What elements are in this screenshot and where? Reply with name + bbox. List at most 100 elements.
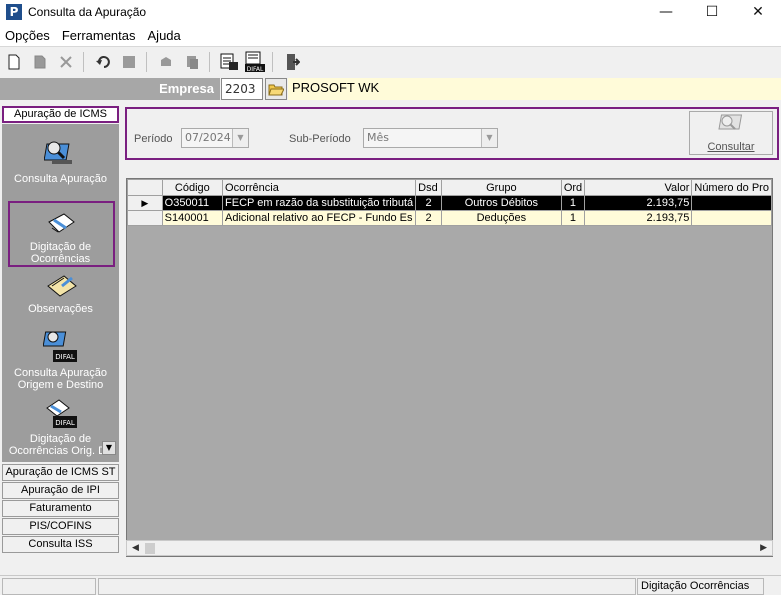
column-header-valor[interactable]: Valor: [584, 179, 693, 196]
ocorrencias-grid[interactable]: Código Ocorrência Dsd Grupo Ord Valor Nú…: [126, 178, 773, 557]
cell-grupo[interactable]: Outros Débitos: [440, 195, 562, 211]
nav-item-consulta-origem-destino[interactable]: DIFAL Consulta Apuração Origem e Destino: [2, 330, 119, 391]
toolbar: DIFAL: [0, 46, 781, 76]
computer-difal-icon: DIFAL: [42, 331, 77, 362]
row-indicator: [127, 210, 163, 226]
edit-icon[interactable]: [28, 50, 52, 74]
difal-badge-text: DIFAL: [55, 419, 75, 427]
cell-ord[interactable]: 1: [560, 195, 586, 211]
column-header-ord[interactable]: Ord: [560, 179, 586, 196]
cell-numero[interactable]: [691, 210, 772, 226]
menu-ferramentas[interactable]: Ferramentas: [56, 28, 142, 43]
status-bar: Digitação Ocorrências: [0, 575, 781, 595]
new-doc-icon[interactable]: [2, 50, 26, 74]
cell-dsd[interactable]: 2: [415, 210, 442, 226]
group-apuracao-ipi[interactable]: Apuração de IPI: [2, 482, 119, 499]
notepad-difal-icon: DIFAL: [45, 399, 77, 428]
cell-ocorrencia[interactable]: Adicional relativo ao FECP - Fundo Es: [222, 210, 417, 226]
chevron-down-icon: ▼: [481, 129, 497, 147]
toolbar-separator: [83, 51, 84, 72]
filter-panel: Período 07/2024 ▼ Sub-Período Mês ▼ Cons…: [125, 107, 779, 160]
open-folder-button[interactable]: [265, 78, 287, 100]
column-header-numero[interactable]: Número do Pro: [691, 179, 772, 196]
nav-item-label: Consulta Apuração Origem e Destino: [14, 367, 107, 391]
scroll-left-icon[interactable]: ◀: [132, 543, 139, 553]
periodo-label: Período: [134, 133, 173, 145]
highlight-digitacao-box: [8, 201, 115, 267]
cell-codigo[interactable]: O350011: [161, 195, 224, 211]
menu-bar: Opções Ferramentas Ajuda: [0, 24, 781, 46]
company-code-field[interactable]: 2203: [221, 78, 263, 100]
status-mode-text: Digitação Ocorrências: [637, 578, 764, 595]
undo-icon[interactable]: [91, 50, 115, 74]
nav-item-label: Consulta Apuração: [14, 173, 107, 185]
copy-icon[interactable]: [180, 50, 204, 74]
app-logo-icon: P: [6, 4, 22, 20]
current-row-marker-icon: ▶: [127, 195, 163, 211]
periodo-value: 07/2024: [185, 131, 231, 144]
status-cell-1: [2, 578, 96, 595]
cell-codigo[interactable]: S140001: [161, 210, 224, 226]
menu-ajuda[interactable]: Ajuda: [142, 28, 187, 43]
close-button[interactable]: ✕: [735, 0, 781, 24]
nav-item-consulta-apuracao[interactable]: Consulta Apuração: [2, 138, 119, 185]
chevron-down-icon: ▼: [232, 129, 248, 147]
maximize-button[interactable]: ☐: [689, 0, 735, 24]
delete-icon[interactable]: [54, 50, 78, 74]
group-pis-cofins[interactable]: PIS/COFINS: [2, 518, 119, 535]
column-header-grupo[interactable]: Grupo: [440, 179, 562, 196]
grid-table: Código Ocorrência Dsd Grupo Ord Valor Nú…: [127, 179, 772, 226]
folder-open-icon: [268, 84, 284, 96]
column-header-dsd[interactable]: Dsd: [415, 179, 442, 196]
nav-panel: Consulta Apuração Digitação de Ocorrênci…: [2, 124, 119, 462]
nav-scroll-down-button[interactable]: ▼: [102, 441, 116, 455]
exit-icon[interactable]: [280, 50, 304, 74]
menu-opcoes[interactable]: Opções: [0, 28, 56, 43]
title-bar: P Consulta da Apuração — ☐ ✕: [0, 0, 781, 24]
nav-item-label: Digitação de Ocorrências Orig. De: [8, 433, 113, 457]
print-icon[interactable]: [154, 50, 178, 74]
cell-grupo[interactable]: Deduções: [440, 210, 562, 226]
status-cell-2: [98, 578, 636, 595]
cell-valor[interactable]: 2.193,75: [584, 210, 693, 226]
nav-item-observacoes[interactable]: Observações: [2, 270, 119, 315]
cell-valor[interactable]: 2.193,75: [584, 195, 693, 211]
consultar-button[interactable]: Consultar: [689, 111, 773, 155]
cell-ord[interactable]: 1: [560, 210, 586, 226]
scroll-right-icon[interactable]: ▶: [760, 543, 767, 553]
group-apuracao-icms-st[interactable]: Apuração de ICMS ST: [2, 464, 119, 481]
difal-icon[interactable]: DIFAL: [243, 50, 267, 74]
periodo-select[interactable]: 07/2024 ▼: [181, 128, 249, 148]
left-nav: Apuração de ICMS Consulta Apuração Digit…: [0, 104, 122, 572]
group-faturamento[interactable]: Faturamento: [2, 500, 119, 517]
cell-dsd[interactable]: 2: [415, 195, 442, 211]
cell-ocorrencia[interactable]: FECP em razão da substituição tributá: [222, 195, 417, 211]
cell-numero[interactable]: [691, 195, 772, 211]
toolbar-separator: [146, 51, 147, 72]
grid-header-row: Código Ocorrência Dsd Grupo Ord Valor Nú…: [127, 179, 772, 196]
window-title: Consulta da Apuração: [28, 5, 147, 19]
difal-badge-text: DIFAL: [247, 66, 264, 73]
nav-item-label: Observações: [28, 303, 93, 315]
subperiodo-select[interactable]: Mês ▼: [363, 128, 498, 148]
column-header-ocorrencia[interactable]: Ocorrência: [222, 179, 417, 196]
subperiodo-value: Mês: [367, 131, 389, 144]
column-header-codigo[interactable]: Código: [161, 179, 224, 196]
notes-pen-icon: [46, 275, 77, 297]
computer-search-icon: [718, 114, 743, 130]
table-row[interactable]: ▶ O350011 FECP em razão da substituição …: [127, 195, 772, 211]
horizontal-scrollbar[interactable]: ◀ ▶: [126, 540, 773, 556]
toolbar-separator: [272, 51, 273, 72]
grid-indicator-header: [127, 179, 163, 196]
scroll-thumb[interactable]: [145, 543, 155, 554]
group-consulta-iss[interactable]: Consulta ISS: [2, 536, 119, 553]
table-row[interactable]: S140001 Adicional relativo ao FECP - Fun…: [127, 210, 772, 226]
group-apuracao-icms[interactable]: Apuração de ICMS: [2, 106, 119, 123]
difal-badge-text: DIFAL: [55, 353, 75, 361]
company-name-field: PROSOFT WK: [288, 78, 781, 100]
save-icon[interactable]: [117, 50, 141, 74]
computer-search-icon: [43, 141, 72, 164]
minimize-button[interactable]: —: [643, 0, 689, 24]
subperiodo-label: Sub-Período: [289, 133, 351, 145]
report-icon[interactable]: [217, 50, 241, 74]
